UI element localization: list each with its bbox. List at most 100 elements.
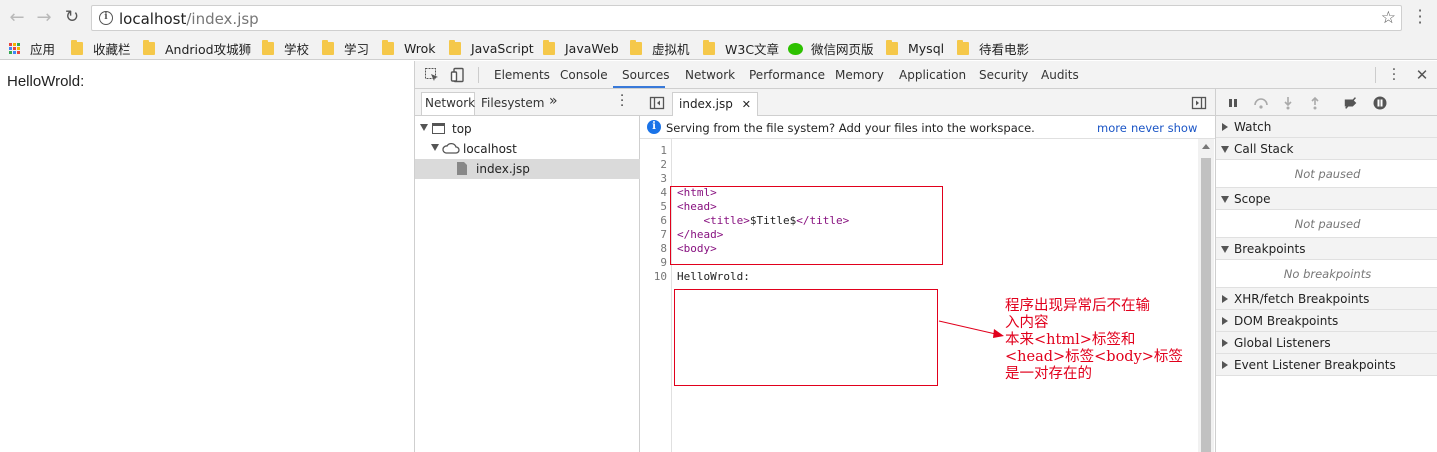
line-number[interactable]: 9 [660,256,667,269]
url-text[interactable]: localhost/index.jsp [119,10,259,28]
line-number[interactable]: 6 [660,214,667,227]
tab-sources[interactable]: Sources [622,68,669,82]
inspect-element-icon[interactable] [424,67,440,83]
bookmark-folder[interactable]: 学习 [322,40,369,57]
folder-icon [382,40,394,55]
tab-performance[interactable]: Performance [749,68,825,82]
pause-on-exceptions-icon[interactable] [1372,95,1388,111]
editor-tab-label: index.jsp [679,97,733,111]
annotation-empty-box [674,289,938,386]
tab-console[interactable]: Console [560,68,608,82]
section-call-stack[interactable]: Call Stack [1216,138,1437,160]
devtools-menu-icon[interactable]: · · · [1386,63,1402,87]
section-label: XHR/fetch Breakpoints [1234,292,1370,306]
step-out-icon[interactable] [1307,95,1323,111]
line-number[interactable]: 1 [660,144,667,157]
section-label: Call Stack [1234,142,1294,156]
bookmark-apps[interactable]: 应用 [9,40,55,57]
editor-tab-index-jsp[interactable]: index.jsp ✕ [672,92,758,116]
section-global-listeners[interactable]: Global Listeners [1216,332,1437,354]
tab-application[interactable]: Application [899,68,966,82]
line-number[interactable]: 8 [660,242,667,255]
bookmark-folder[interactable]: 学校 [262,40,309,57]
pause-icon[interactable] [1225,95,1241,111]
tab-elements[interactable]: Elements [494,68,550,82]
code-line[interactable]: HelloWrold: [677,270,750,283]
bookmark-star-icon[interactable]: ☆ [1381,8,1396,28]
annotation-highlight-box [670,186,943,265]
url-host: localhost [119,10,187,28]
toggle-debugger-icon[interactable] [1191,95,1207,111]
bookmark-label: Andriod攻城狮 [165,42,252,57]
bookmark-folder[interactable]: JavaScript [449,40,534,57]
back-arrow-icon[interactable]: ← [6,6,28,28]
source-editor: index.jsp ✕ i Serving from the file syst… [640,89,1215,452]
debugger-toolbar [1216,89,1437,116]
section-dom-breakpoints[interactable]: DOM Breakpoints [1216,310,1437,332]
scrollbar-thumb[interactable] [1201,158,1211,452]
infobar-never-show-link[interactable]: never show [1131,121,1197,135]
bookmark-folder[interactable]: W3C文章 [703,40,779,57]
section-event-listener-breakpoints[interactable]: Event Listener Breakpoints [1216,354,1437,376]
close-tab-icon[interactable]: ✕ [742,98,751,111]
breakpoints-empty: No breakpoints [1216,260,1437,288]
editor-tabbar: index.jsp ✕ [640,89,1215,116]
bookmark-folder[interactable]: Andriod攻城狮 [143,40,251,57]
bookmark-folder[interactable]: 收藏栏 [71,40,131,57]
section-scope[interactable]: Scope [1216,188,1437,210]
bookmark-label: 学习 [344,42,370,57]
tab-network[interactable]: Network [685,68,735,82]
bookmark-wechat[interactable]: 微信网页版 [788,40,874,57]
tree-item-label: index.jsp [476,162,530,176]
reload-icon[interactable]: ↻ [61,6,83,28]
more-tabs-icon[interactable]: » [549,93,558,109]
forward-arrow-icon[interactable]: → [33,6,55,28]
bookmark-label: 学校 [284,42,310,57]
infobar-message: Serving from the file system? Add your f… [666,121,1035,135]
tree-item-localhost[interactable]: localhost [415,139,640,159]
line-number[interactable]: 3 [660,172,667,185]
section-xhr-breakpoints[interactable]: XHR/fetch Breakpoints [1216,288,1437,310]
line-number[interactable]: 10 [654,270,667,283]
navigator-tab-filesystem[interactable]: Filesystem [481,96,544,110]
section-watch[interactable]: Watch [1216,116,1437,138]
debugger-sidebar: Watch Call Stack Not paused Scope Not pa… [1215,89,1437,452]
close-devtools-icon[interactable]: ✕ [1414,66,1430,84]
section-breakpoints[interactable]: Breakpoints [1216,238,1437,260]
info-icon[interactable]: i [99,11,113,25]
expanded-triangle-icon [1221,146,1229,153]
url-input[interactable]: i localhost/index.jsp ☆ [91,5,1402,31]
tab-memory[interactable]: Memory [835,68,884,82]
bookmark-folder[interactable]: Mysql [886,40,944,57]
tree-item-index-jsp[interactable]: index.jsp [415,159,640,179]
bookmark-folder[interactable]: JavaWeb [543,40,619,57]
url-path: /index.jsp [186,10,259,28]
annotation-line: 是一对存在的 [1005,366,1092,382]
device-toolbar-icon[interactable] [450,67,466,83]
annotation-line: 入内容 [1005,315,1049,331]
tree-item-top[interactable]: top [415,119,640,139]
tab-audits[interactable]: Audits [1041,68,1079,82]
line-number[interactable]: 5 [660,200,667,213]
tab-security[interactable]: Security [979,68,1028,82]
annotation-arrow [938,320,1004,338]
bookmark-folder[interactable]: 虚拟机 [630,40,690,57]
toggle-navigator-icon[interactable] [649,95,665,111]
browser-menu-icon[interactable]: · · · [1416,3,1424,31]
bookmark-folder[interactable]: 待看电影 [957,40,1029,57]
line-number[interactable]: 4 [660,186,667,199]
expand-triangle-icon[interactable] [431,144,439,151]
navigator-menu-icon[interactable]: · · · [620,90,624,113]
step-over-icon[interactable] [1253,95,1269,111]
expand-triangle-icon[interactable] [420,124,428,131]
infobar-more-link[interactable]: more [1097,121,1127,135]
scroll-up-arrow-icon[interactable] [1202,144,1210,149]
step-into-icon[interactable] [1280,95,1296,111]
line-number[interactable]: 7 [660,228,667,241]
deactivate-breakpoints-icon[interactable] [1343,95,1359,111]
navigator-tab-network[interactable]: Network [425,96,475,110]
bookmark-folder[interactable]: Wrok [382,40,436,57]
browser-window: ← → ↻ i localhost/index.jsp ☆ · · · 应用 收藏栏… [0,0,1437,452]
editor-scrollbar[interactable] [1198,139,1214,452]
line-number[interactable]: 2 [660,158,667,171]
